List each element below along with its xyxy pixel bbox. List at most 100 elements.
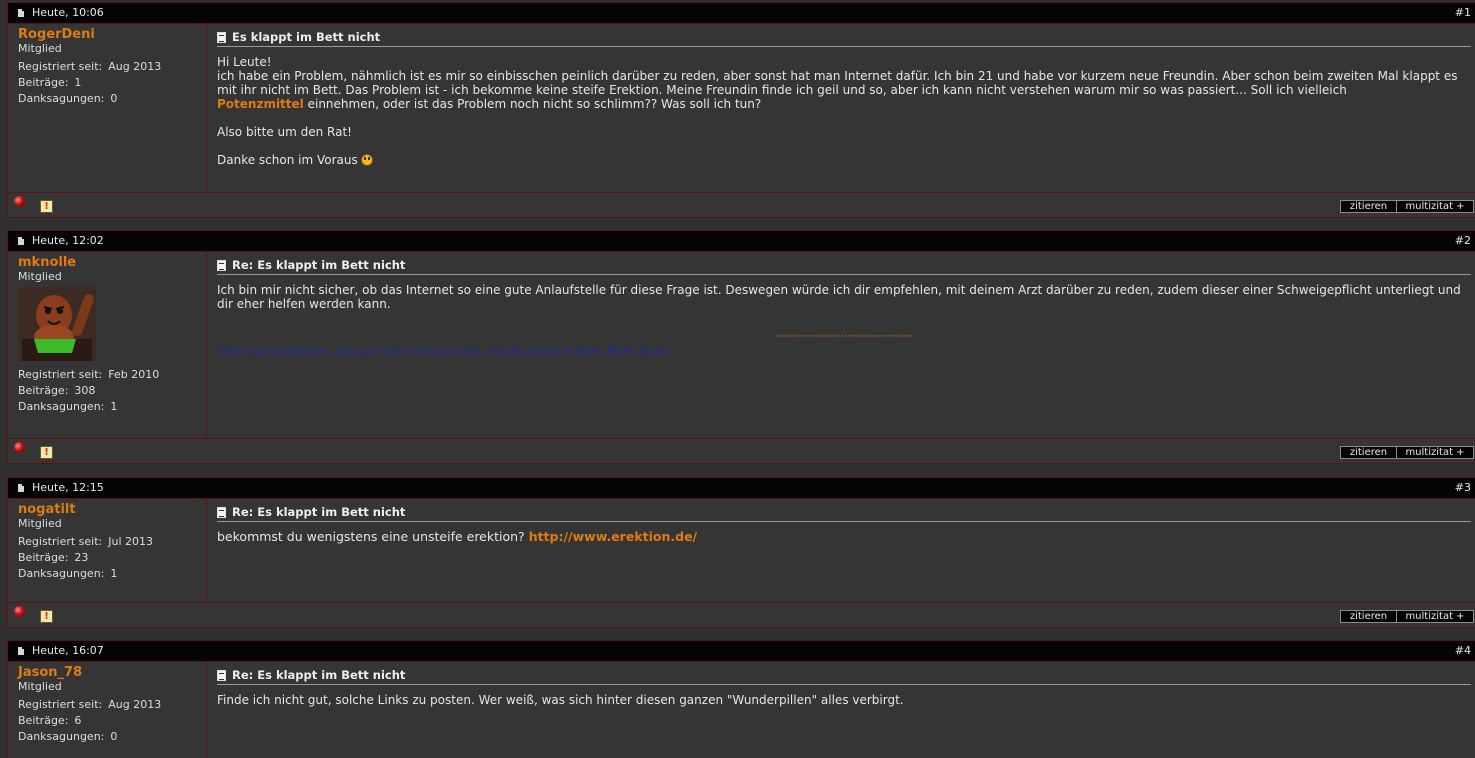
document-icon	[18, 9, 24, 17]
document-icon	[18, 484, 24, 492]
post-3: Heute, 12:15 #3 nogatilt Mitglied Regist…	[7, 477, 1475, 628]
avatar[interactable]	[18, 287, 96, 361]
post-content: Es klappt im Bett nicht Hi Leute! ich ha…	[207, 24, 1475, 192]
post-message: Ich bin mir nicht sicher, ob das Interne…	[217, 283, 1471, 311]
post-date: Heute, 12:15	[18, 481, 104, 495]
offline-status-icon	[14, 196, 25, 207]
post-footer: ! zitieren multizitat +	[8, 438, 1475, 463]
username-link[interactable]: RogerDeni	[18, 27, 206, 42]
post-icon	[217, 506, 226, 518]
external-link[interactable]: http://www.erektion.de/	[529, 529, 697, 544]
user-details: Registriert seit: Aug 2013 Beiträge: 1 Dan…	[18, 59, 206, 107]
signature-divider: ,,,,,,,,,,,,,,,,,,,,,,,,,,,,,,,,,,,,,,,,…	[775, 329, 913, 339]
post-1: Heute, 10:06 #1 RogerDeni Mitglied Regis…	[7, 2, 1475, 218]
message-paragraph: Finde ich nicht gut, solche Links zu pos…	[217, 693, 904, 707]
post-title-text: Re: Es klappt im Bett nicht	[232, 668, 406, 682]
post-date-text: Heute, 16:07	[32, 644, 104, 657]
post-body: Jason_78 Mitglied Registriert seit: Aug 2…	[8, 662, 1475, 758]
report-icon[interactable]: !	[40, 200, 53, 213]
thanks-row: Danksagungen: 1	[18, 400, 118, 413]
post-title-text: Es klappt im Bett nicht	[232, 30, 381, 44]
smiley-icon	[360, 154, 373, 166]
user-details: Registriert seit: Feb 2010 Beiträge: 308 D…	[18, 367, 206, 415]
post-title: Es klappt im Bett nicht	[217, 30, 1471, 47]
message-paragraph: bekommst du wenigstens eine unsteife ere…	[217, 529, 698, 544]
post-title-text: Re: Es klappt im Bett nicht	[232, 505, 406, 519]
post-date-text: Heute, 10:06	[32, 6, 104, 19]
post-footer: ! zitieren multizitat +	[8, 192, 1475, 217]
post-footer: ! zitieren multizitat +	[8, 602, 1475, 627]
username-link[interactable]: mknolle	[18, 255, 206, 270]
message-paragraph: ich habe ein Problem, nähmlich ist es mi…	[217, 69, 1458, 111]
post-date: Heute, 10:06	[18, 6, 104, 20]
message-paragraph: Ich bin mir nicht sicher, ob das Interne…	[217, 283, 1461, 311]
post-header: Heute, 12:15 #3	[8, 478, 1475, 499]
post-body: nogatilt Mitglied Registriert seit: Jul 2…	[8, 499, 1475, 602]
user-details: Registriert seit: Aug 2013 Beiträge: 6 Dan…	[18, 697, 206, 745]
registered-row: Registriert seit: Jul 2013	[18, 535, 154, 548]
posts-count-row: Beiträge: 308	[18, 384, 96, 397]
keyword-link[interactable]: Potenzmittel	[217, 97, 304, 111]
post-icon	[217, 259, 226, 271]
multiquote-button[interactable]: multizitat +	[1396, 446, 1474, 459]
post-number-link[interactable]: #2	[1455, 234, 1471, 247]
posts-count-row: Beiträge: 23	[18, 551, 89, 564]
post-body: mknolle Mitglied Registriert seit: Feb 2…	[8, 252, 1475, 438]
post-message: bekommst du wenigstens eine unsteife ere…	[217, 530, 1471, 544]
thanks-row: Danksagungen: 0	[18, 92, 118, 105]
multiquote-button[interactable]: multizitat +	[1396, 610, 1474, 623]
user-title: Mitglied	[18, 680, 62, 693]
post-content: Re: Es klappt im Bett nicht bekommst du …	[207, 499, 1475, 602]
post-body: RogerDeni Mitglied Registriert seit: Aug …	[8, 24, 1475, 192]
post-title: Re: Es klappt im Bett nicht	[217, 258, 1471, 275]
quote-button[interactable]: zitieren	[1340, 446, 1397, 459]
document-icon	[18, 647, 24, 655]
registered-row: Registriert seit: Aug 2013	[18, 698, 162, 711]
user-info-column: Jason_78 Mitglied Registriert seit: Aug 2…	[8, 662, 207, 758]
post-2: Heute, 12:02 #2 mknolle Mitglied Registr…	[7, 230, 1475, 464]
post-icon	[217, 31, 226, 43]
message-line: Also bitte um den Rat!	[217, 125, 352, 139]
post-header: Heute, 12:02 #2	[8, 231, 1475, 252]
user-details: Registriert seit: Jul 2013 Beiträge: 23 Da…	[18, 534, 206, 582]
post-content: Re: Es klappt im Bett nicht Finde ich ni…	[207, 662, 1475, 758]
offline-status-icon	[14, 442, 25, 453]
post-4: Heute, 16:07 #4 Jason_78 Mitglied Regist…	[7, 640, 1475, 758]
post-number-link[interactable]: #3	[1455, 481, 1471, 494]
user-info-column: mknolle Mitglied Registriert seit: Feb 2…	[8, 252, 207, 438]
post-date-text: Heute, 12:15	[32, 481, 104, 494]
message-line: Hi Leute!	[217, 55, 272, 69]
post-header: Heute, 10:06 #1	[8, 3, 1475, 24]
posts-count-row: Beiträge: 6	[18, 714, 82, 727]
report-icon[interactable]: !	[40, 610, 53, 623]
post-title: Re: Es klappt im Bett nicht	[217, 505, 1471, 522]
signature-text: Wenn wir bedenken, dass wir alle verrück…	[219, 345, 670, 358]
offline-status-icon	[14, 606, 25, 617]
quote-button[interactable]: zitieren	[1340, 610, 1397, 623]
user-title: Mitglied	[18, 42, 62, 55]
quote-button[interactable]: zitieren	[1340, 200, 1397, 213]
post-number-link[interactable]: #4	[1455, 644, 1471, 657]
registered-row: Registriert seit: Aug 2013	[18, 60, 162, 73]
username-link[interactable]: nogatilt	[18, 502, 206, 517]
multiquote-button[interactable]: multizitat +	[1396, 200, 1474, 213]
document-icon	[18, 237, 24, 245]
post-number-link[interactable]: #1	[1455, 6, 1471, 19]
thanks-row: Danksagungen: 1	[18, 567, 118, 580]
post-date-text: Heute, 12:02	[32, 234, 104, 247]
report-icon[interactable]: !	[40, 446, 53, 459]
post-message: Finde ich nicht gut, solche Links zu pos…	[217, 693, 1471, 707]
posts-count-row: Beiträge: 1	[18, 76, 82, 89]
post-title-text: Re: Es klappt im Bett nicht	[232, 258, 406, 272]
user-title: Mitglied	[18, 270, 62, 283]
post-date: Heute, 12:02	[18, 234, 104, 248]
message-line: Danke schon im Voraus	[217, 153, 1471, 167]
post-content: Re: Es klappt im Bett nicht Ich bin mir …	[207, 252, 1475, 438]
post-header: Heute, 16:07 #4	[8, 641, 1475, 662]
username-link[interactable]: Jason_78	[18, 665, 206, 680]
post-icon	[217, 669, 226, 681]
registered-row: Registriert seit: Feb 2010	[18, 368, 160, 381]
post-date: Heute, 16:07	[18, 644, 104, 658]
user-info-column: RogerDeni Mitglied Registriert seit: Aug …	[8, 24, 207, 192]
thanks-row: Danksagungen: 0	[18, 730, 118, 743]
